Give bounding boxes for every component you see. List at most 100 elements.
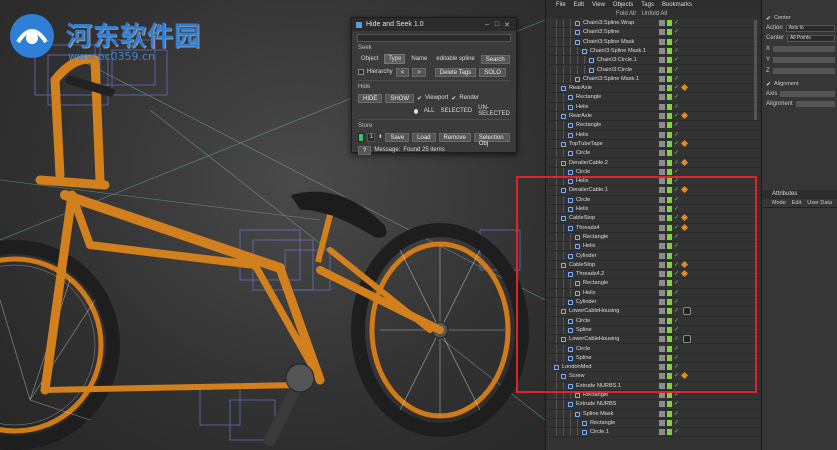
search-button[interactable]: Search: [480, 54, 510, 64]
enable-check-icon[interactable]: ✓: [674, 66, 679, 73]
layer-color-icon[interactable]: [667, 57, 672, 64]
enable-check-icon[interactable]: ✓: [674, 75, 679, 82]
menu-edit[interactable]: Edit: [574, 2, 584, 8]
hierarchy-next-button[interactable]: >: [412, 67, 426, 77]
viewport-check-icon[interactable]: ✔: [417, 95, 422, 102]
object-row[interactable]: Helix ✓: [546, 102, 761, 112]
help-button[interactable]: ?: [358, 145, 372, 155]
seek-type-field[interactable]: editable spline: [433, 55, 477, 63]
layer-color-icon[interactable]: [667, 47, 672, 54]
layer-color-icon[interactable]: [667, 113, 672, 119]
layer-color-icon[interactable]: [667, 66, 672, 73]
enable-check-icon[interactable]: ✓: [674, 410, 679, 417]
action-select[interactable]: Axis to: [785, 24, 835, 32]
layer-color-icon[interactable]: [667, 159, 672, 166]
solo-button[interactable]: SOLO: [479, 67, 506, 77]
axis-field[interactable]: [780, 91, 835, 97]
menu-tags[interactable]: Tags: [641, 2, 654, 8]
selection-only-button[interactable]: Selection Obj: [473, 132, 510, 147]
enable-check-icon[interactable]: ✓: [674, 28, 679, 35]
hierarchy-checkbox[interactable]: [358, 69, 364, 75]
dialog-search-input[interactable]: [357, 34, 511, 42]
layer-color-icon[interactable]: [667, 122, 672, 129]
enable-check-icon[interactable]: ✓: [674, 84, 679, 91]
enable-check-icon[interactable]: ✓: [674, 140, 679, 147]
enable-check-icon[interactable]: ✓: [674, 400, 679, 407]
layer-color-icon[interactable]: [667, 94, 672, 101]
visibility-toggle[interactable]: [659, 429, 665, 436]
layer-color-icon[interactable]: [667, 401, 672, 408]
enable-check-icon[interactable]: ✓: [674, 121, 679, 128]
menu-file[interactable]: File: [556, 2, 566, 8]
minimize-icon[interactable]: –: [482, 21, 492, 28]
store-color-swatch[interactable]: [358, 132, 365, 142]
layer-color-icon[interactable]: [667, 29, 672, 36]
object-tag-icon[interactable]: [680, 84, 689, 92]
z-slider[interactable]: [772, 68, 835, 74]
unfold-all-button[interactable]: Unfold All: [642, 11, 667, 17]
object-row[interactable]: Circle ✓: [546, 149, 761, 159]
object-row[interactable]: RearAxle ✓: [546, 111, 761, 122]
visibility-toggle[interactable]: [659, 150, 665, 157]
visibility-toggle[interactable]: [659, 410, 665, 417]
enable-check-icon[interactable]: ✓: [674, 159, 679, 166]
layer-color-icon[interactable]: [667, 85, 672, 92]
visibility-toggle[interactable]: [659, 75, 665, 82]
enable-check-icon[interactable]: ✓: [674, 47, 679, 54]
object-row[interactable]: Rectangle ✓: [546, 121, 761, 131]
visibility-toggle[interactable]: [659, 20, 665, 26]
visibility-toggle[interactable]: [659, 140, 665, 147]
store-number-field[interactable]: 1: [367, 132, 376, 142]
enable-check-icon[interactable]: ✓: [674, 93, 679, 100]
seek-option-type[interactable]: Type: [384, 54, 406, 64]
save-button[interactable]: Save: [385, 132, 410, 142]
visibility-toggle[interactable]: [659, 66, 665, 73]
visibility-toggle[interactable]: [659, 168, 665, 175]
visibility-toggle[interactable]: [659, 103, 665, 110]
object-row[interactable]: Chain\3:Spline ✓: [546, 28, 761, 38]
layer-color-icon[interactable]: [667, 150, 672, 157]
layer-color-icon[interactable]: [667, 419, 672, 426]
visibility-toggle[interactable]: [659, 57, 665, 64]
object-tag-icon[interactable]: [680, 158, 689, 166]
visibility-toggle[interactable]: [659, 85, 665, 92]
dialog-titlebar[interactable]: Hide and Seek 1.0 – □ ✕: [352, 18, 516, 31]
menu-objects[interactable]: Objects: [613, 2, 633, 8]
y-slider[interactable]: [773, 57, 835, 63]
remove-button[interactable]: Remove: [438, 132, 471, 142]
object-row[interactable]: Circle.1 ✓: [546, 428, 761, 438]
seek-option-name[interactable]: Name: [408, 55, 430, 63]
visibility-toggle[interactable]: [659, 94, 665, 101]
visibility-toggle[interactable]: [659, 131, 665, 138]
visibility-toggle[interactable]: [659, 122, 665, 129]
visibility-toggle[interactable]: [659, 419, 665, 426]
scope-all-radio[interactable]: [414, 108, 418, 114]
object-row[interactable]: Chain\3:Spline Mask ✓: [546, 37, 761, 47]
show-button[interactable]: SHOW: [385, 93, 415, 103]
menu-bookmarks[interactable]: Bookmarks: [662, 2, 692, 8]
object-row[interactable]: TopTubeTape ✓: [546, 139, 761, 150]
close-icon[interactable]: ✕: [502, 21, 512, 29]
delete-tags-button[interactable]: Delete Tags: [434, 67, 477, 77]
center-select[interactable]: All Points: [787, 34, 835, 42]
layer-color-icon[interactable]: [667, 410, 672, 417]
object-row[interactable]: RearAxle ✓: [546, 84, 761, 94]
layer-color-icon[interactable]: [667, 131, 672, 138]
alignment-field[interactable]: [795, 101, 835, 107]
alignment-check-icon[interactable]: ✔: [766, 81, 771, 88]
object-row[interactable]: Extrude NURBS ✓: [546, 400, 761, 410]
enable-check-icon[interactable]: ✓: [674, 38, 679, 45]
store-stepper-icon[interactable]: ⬍: [378, 134, 382, 140]
object-tag-icon[interactable]: [680, 139, 689, 147]
menu-view[interactable]: View: [592, 2, 605, 8]
enable-check-icon[interactable]: ✓: [674, 131, 679, 138]
hide-button[interactable]: HIDE: [358, 93, 383, 103]
object-row[interactable]: Rectangle ✓: [546, 93, 761, 103]
maximize-icon[interactable]: □: [492, 21, 502, 28]
object-row[interactable]: Chain\3:Circle ✓: [546, 65, 761, 75]
object-row[interactable]: Helix ✓: [546, 130, 761, 140]
object-row[interactable]: Rectangle ✓: [546, 418, 761, 429]
enable-check-icon[interactable]: ✓: [674, 56, 679, 63]
object-row[interactable]: Chain\3:Circle.1 ✓: [546, 56, 761, 66]
fold-all-button[interactable]: Fold All: [616, 11, 636, 17]
